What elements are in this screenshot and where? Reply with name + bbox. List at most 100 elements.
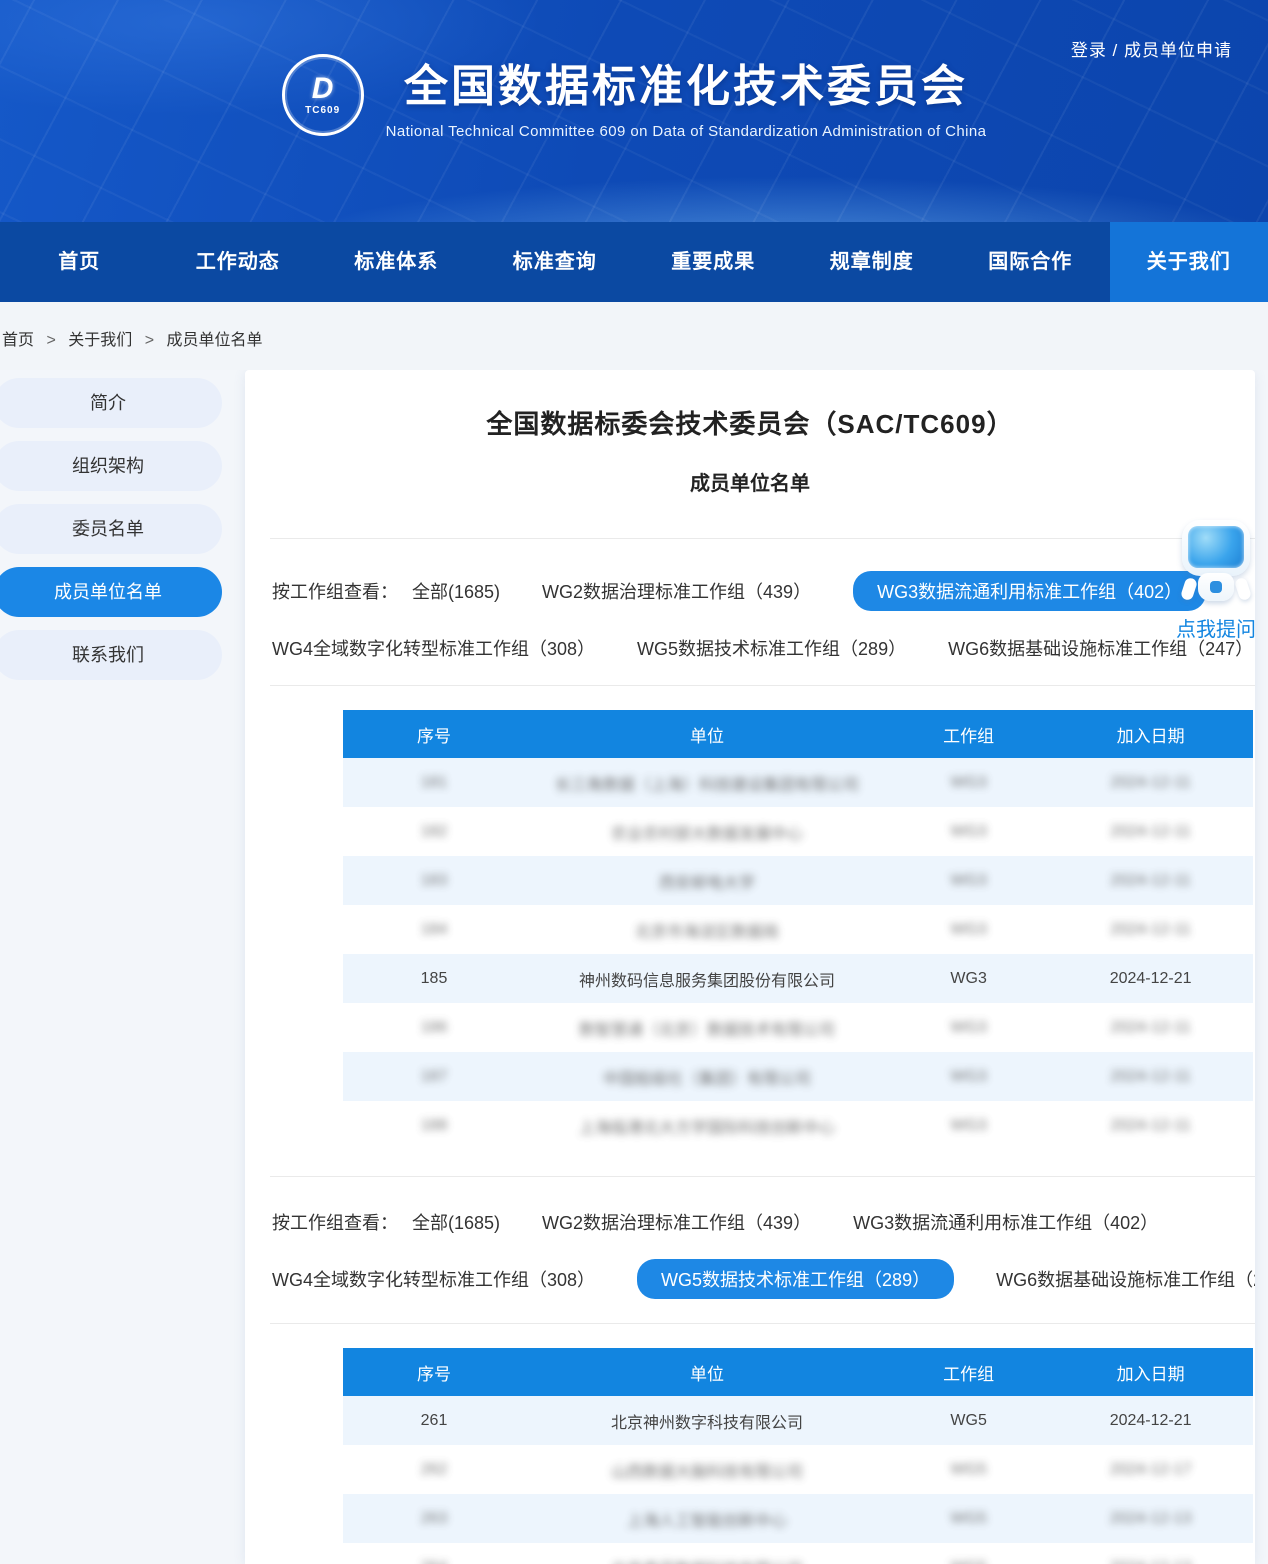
content-card: 全国数据标委会技术委员会（SAC/TC609） 成员单位名单 按工作组查看： 全部… <box>245 370 1255 1564</box>
nav-item-1[interactable]: 工作动态 <box>159 222 318 302</box>
filter-option-2[interactable]: WG3数据流通利用标准工作组（402） <box>853 1209 1158 1235</box>
logo-letter: D <box>312 75 334 103</box>
cell-text: 上海临港北大方学国际科技创新中心 <box>579 1120 835 1137</box>
cell-text: 上海人工智能创新中心 <box>627 1513 787 1530</box>
assistant-widget[interactable]: 点我提问 <box>1170 520 1262 642</box>
filter-option-2[interactable]: WG3数据流通利用标准工作组（402） <box>853 571 1206 611</box>
filter-option-4[interactable]: WG5数据技术标准工作组（289） <box>637 635 906 661</box>
breadcrumb-item-2[interactable]: 成员单位名单 <box>167 332 263 349</box>
cell-text: 北京市海淀区数据局 <box>635 924 779 941</box>
cell-text: WG3 <box>950 1117 986 1134</box>
cell-text: 长三角数据（上海）科技建设集团有限公司 <box>555 777 859 794</box>
column-header-1: 单位 <box>525 710 889 758</box>
page: 登录 / 成员单位申请 D TC609 全国数据标准化技术委员会 Nationa… <box>0 0 1268 1564</box>
divider <box>270 685 1255 686</box>
table-head: 序号单位工作组加入日期 <box>343 710 1253 758</box>
member-section-wg5: 按工作组查看：全部(1685)WG2数据治理标准工作组（439）WG3数据流通利… <box>245 1176 1255 1564</box>
page-title: 全国数据标委会技术委员会（SAC/TC609） <box>245 404 1255 441</box>
cell-org: 长三角数据（上海）科技建设集团有限公司 <box>525 758 889 807</box>
cell-text: 183 <box>421 872 448 889</box>
robot-icon <box>1181 520 1251 601</box>
nav-item-3[interactable]: 标准查询 <box>476 222 635 302</box>
cell-text: WG3 <box>950 921 986 938</box>
nav-item-2[interactable]: 标准体系 <box>317 222 476 302</box>
filter-option-5[interactable]: WG6数据基础设施标准工作组（247） <box>996 1266 1255 1292</box>
page-subtitle: 成员单位名单 <box>245 467 1255 496</box>
table-body: 261北京神州数字科技有限公司WG52024-12-21262山西数据大脑科技有… <box>343 1396 1253 1564</box>
filter-option-0[interactable]: 全部(1685) <box>412 578 500 604</box>
cell-text: 186 <box>421 1019 448 1036</box>
nav-item-4[interactable]: 重要成果 <box>634 222 793 302</box>
cell-wg: WG3 <box>889 807 1048 856</box>
filter-label: 按工作组查看： <box>272 578 398 604</box>
cell-date: 2024-12-11 <box>1048 1101 1253 1150</box>
login-link[interactable]: 登录 / 成员单位申请 <box>1071 36 1232 61</box>
breadcrumb-separator: > <box>140 332 158 349</box>
table-row: 187中国船级社（集团）有限公司WG32024-12-11 <box>343 1052 1253 1101</box>
cell-date: 2024-12-21 <box>1048 954 1253 1003</box>
sidebar-item-2[interactable]: 委员名单 <box>0 504 222 554</box>
nav-item-0[interactable]: 首页 <box>0 222 159 302</box>
filter-option-1[interactable]: WG2数据治理标准工作组（439） <box>542 578 811 604</box>
nav-item-6[interactable]: 国际合作 <box>951 222 1110 302</box>
cell-date: 2024-12-13 <box>1048 1543 1253 1564</box>
robot-arm-icon <box>1180 577 1198 602</box>
nav-item-5[interactable]: 规章制度 <box>793 222 952 302</box>
breadcrumb: 首页 > 关于我们 > 成员单位名单 <box>0 302 1268 350</box>
cell-no: 184 <box>343 905 525 954</box>
table-body: 181长三角数据（上海）科技建设集团有限公司WG32024-12-11182农业… <box>343 758 1253 1150</box>
logo-badge: TC609 <box>305 105 340 116</box>
filter-option-0[interactable]: 全部(1685) <box>412 1209 500 1235</box>
filter-option-3[interactable]: WG4全域数字化转型标准工作组（308） <box>272 635 595 661</box>
cell-text: 181 <box>421 774 448 791</box>
cell-text: 2024-12-17 <box>1110 1461 1192 1478</box>
navbar: 首页工作动态标准体系标准查询重要成果规章制度国际合作关于我们 <box>0 222 1268 302</box>
cell-text: 2024-12-11 <box>1110 872 1191 889</box>
member-table: 序号单位工作组加入日期 261北京神州数字科技有限公司WG52024-12-21… <box>343 1348 1253 1564</box>
workgroup-filter: 按工作组查看：全部(1685)WG2数据治理标准工作组（439）WG3数据流通利… <box>245 1177 1255 1299</box>
cell-text: 北京神州数字科技有限公司 <box>611 1415 803 1432</box>
sidebar-item-0[interactable]: 简介 <box>0 378 222 428</box>
cell-date: 2024-12-11 <box>1048 1003 1253 1052</box>
breadcrumb-item-0[interactable]: 首页 <box>2 332 34 349</box>
cell-text: 182 <box>421 823 448 840</box>
filter-option-1[interactable]: WG2数据治理标准工作组（439） <box>542 1209 811 1235</box>
cell-wg: WG5 <box>889 1445 1048 1494</box>
table-row: 181长三角数据（上海）科技建设集团有限公司WG32024-12-11 <box>343 758 1253 807</box>
brand: D TC609 全国数据标准化技术委员会 National Technical … <box>0 0 1268 140</box>
breadcrumb-bar: 首页 > 关于我们 > 成员单位名单 <box>0 302 1268 370</box>
brand-text: 全国数据标准化技术委员会 National Technical Committe… <box>386 50 987 140</box>
table-row: 184 北京市海淀区数据局 WG3 2024-12-11 <box>343 905 1253 954</box>
site-header: 登录 / 成员单位申请 D TC609 全国数据标准化技术委员会 Nationa… <box>0 0 1268 222</box>
cell-text: 西安邮电大学 <box>659 875 755 892</box>
sidebar-item-4[interactable]: 联系我们 <box>0 630 222 680</box>
cell-org: 数智慧通（北京）数据技术有限公司 <box>525 1003 889 1052</box>
cell-text: 山西数据大脑科技有限公司 <box>611 1464 803 1481</box>
cell-no: 188 <box>343 1101 525 1150</box>
cell-no: 262 <box>343 1445 525 1494</box>
table-row: 261北京神州数字科技有限公司WG52024-12-21 <box>343 1396 1253 1445</box>
cell-org: 北京青蓝数据科技有限公司 <box>525 1543 889 1564</box>
nav-item-7[interactable]: 关于我们 <box>1110 222 1268 302</box>
table-row: 182农业农村部大数据发展中心WG32024-12-11 <box>343 807 1253 856</box>
member-table: 序号单位工作组加入日期 181长三角数据（上海）科技建设集团有限公司WG3202… <box>343 710 1253 1150</box>
cell-no: 261 <box>343 1396 525 1445</box>
breadcrumb-item-1[interactable]: 关于我们 <box>68 332 132 349</box>
sidebar-item-1[interactable]: 组织架构 <box>0 441 222 491</box>
filter-option-3[interactable]: WG4全域数字化转型标准工作组（308） <box>272 1266 595 1292</box>
cell-date: 2024-12-11 <box>1048 905 1253 954</box>
filter-row-1: 按工作组查看：全部(1685)WG2数据治理标准工作组（439）WG3数据流通利… <box>272 1209 1255 1235</box>
member-section-wg3: 按工作组查看： 全部(1685) WG2数据治理标准工作组（439） WG3数据流通利… <box>245 539 1255 1150</box>
cell-date: 2024-12-11 <box>1048 758 1253 807</box>
cell-wg: WG5 <box>889 1543 1048 1564</box>
cell-text: 2024-12-13 <box>1110 1559 1192 1564</box>
cell-text: 数智慧通（北京）数据技术有限公司 <box>579 1022 835 1039</box>
filter-option-4[interactable]: WG5数据技术标准工作组（289） <box>637 1259 954 1299</box>
cell-org: 上海人工智能创新中心 <box>525 1494 889 1543</box>
cell-wg: WG3 <box>889 905 1048 954</box>
sidebar-item-3[interactable]: 成员单位名单 <box>0 567 222 617</box>
table-row: 188 上海临港北大方学国际科技创新中心 WG3 2024-12-11 <box>343 1101 1253 1150</box>
cell-text: WG3 <box>950 1019 986 1036</box>
cell-text: 2024-12-11 <box>1110 823 1191 840</box>
column-header-2: 工作组 <box>889 710 1048 758</box>
